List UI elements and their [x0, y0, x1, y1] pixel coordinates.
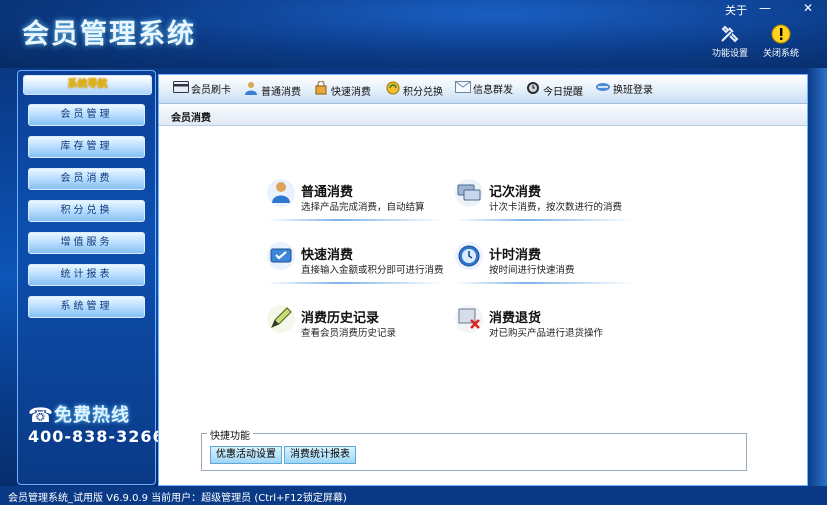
check-card-icon: [267, 242, 295, 270]
window-right-edge: [807, 60, 827, 490]
message-icon: [455, 81, 471, 97]
toolbar-label: 积分兑换: [403, 87, 443, 98]
toolbar-label: 信息群发: [473, 85, 513, 96]
section-title: 会员消费: [171, 113, 211, 124]
hotline-label: 免费热线: [54, 405, 130, 426]
exchange-icon: [385, 81, 401, 99]
settings-label: 功能设置: [711, 49, 748, 59]
toolbar: 会员刷卡 普通消费 快速消费 积分兑换 信息群发 今日提醒 换班登录: [159, 75, 807, 104]
card-desc: 直接输入金额或积分即可进行消费: [301, 265, 444, 276]
timer-icon: [455, 242, 483, 270]
card-title: 消费历史记录: [301, 311, 380, 326]
toolbar-label: 普通消费: [261, 87, 301, 98]
card-timed-consume[interactable]: 计时消费 按时间进行快速消费: [455, 240, 635, 290]
card-count-consume[interactable]: 记次消费 计次卡消费，按次数进行的消费: [455, 177, 635, 227]
clock-icon: [525, 81, 541, 99]
toolbar-mass-message[interactable]: 信息群发: [455, 81, 513, 97]
hotline-number: 400-838-3266: [28, 427, 165, 446]
toolbar-label: 会员刷卡: [191, 85, 231, 96]
section-header: 会员消费: [159, 105, 807, 126]
card-title: 快速消费: [301, 248, 354, 263]
toolbar-points-exchange[interactable]: 积分兑换: [385, 81, 443, 99]
return-icon: [455, 305, 483, 333]
main-panel: 会员刷卡 普通消费 快速消费 积分兑换 信息群发 今日提醒 换班登录 会员消费 …: [158, 74, 808, 486]
quick-functions-group: 优惠活动设置 消费统计报表: [201, 433, 747, 471]
sidebar-header: 系统导航: [23, 75, 152, 95]
card-history[interactable]: 消费历史记录 查看会员消费历史记录: [267, 303, 447, 353]
warning-icon: [770, 24, 792, 44]
status-text: 会员管理系统_试用版 V6.9.0.9 当前用户：超级管理员 (Ctrl+F12…: [8, 493, 347, 504]
toolbar-card-swipe[interactable]: 会员刷卡: [173, 81, 231, 97]
sidebar: 系统导航 会员管理 库存管理 会员消费 积分兑换 增值服务 统计报表 系统管理 …: [17, 70, 164, 485]
card-divider: [455, 282, 633, 284]
card-desc: 选择产品完成消费，自动结算: [301, 202, 425, 213]
card-desc: 查看会员消费历史记录: [301, 328, 397, 339]
toolbar-label: 今日提醒: [543, 87, 583, 98]
minimize-button[interactable]: —: [756, 1, 774, 15]
card-divider: [267, 219, 445, 221]
person-icon: [267, 179, 295, 207]
sidebar-item-member-consumption[interactable]: 会员消费: [28, 168, 145, 190]
card-quick-consume[interactable]: 快速消费 直接输入金额或积分即可进行消费: [267, 240, 447, 290]
close-window-button[interactable]: ✕: [799, 1, 817, 15]
card-title: 消费退货: [489, 311, 542, 326]
card-return[interactable]: 消费退货 对已购买产品进行退货操作: [455, 303, 635, 353]
person-icon: [243, 81, 259, 99]
promo-settings-button[interactable]: 优惠活动设置: [210, 446, 282, 464]
card-desc: 按时间进行快速消费: [489, 265, 575, 276]
sidebar-item-member-management[interactable]: 会员管理: [28, 104, 145, 126]
card-icon: [173, 81, 189, 97]
card-divider: [455, 219, 633, 221]
about-link[interactable]: 关于: [725, 2, 747, 18]
toolbar-normal-consume[interactable]: 普通消费: [243, 81, 301, 99]
card-normal-consume[interactable]: 普通消费 选择产品完成消费，自动结算: [267, 177, 447, 227]
settings-button[interactable]: 功能设置: [706, 24, 754, 59]
exit-system-button[interactable]: 关闭系统: [757, 24, 805, 59]
pen-icon: [267, 305, 295, 333]
sidebar-item-value-added[interactable]: 增值服务: [28, 232, 145, 254]
toolbar-label: 快速消费: [331, 87, 371, 98]
card-divider: [267, 282, 445, 284]
sidebar-item-reports[interactable]: 统计报表: [28, 264, 145, 286]
tools-icon: [719, 24, 741, 44]
toolbar-shift-login[interactable]: 换班登录: [595, 81, 653, 97]
consumption-report-button[interactable]: 消费统计报表: [284, 446, 356, 464]
app-header: 会员管理系统 关于 — ✕ 功能设置 关闭系统: [0, 0, 827, 68]
toolbar-today-reminder[interactable]: 今日提醒: [525, 81, 583, 99]
status-bar: 会员管理系统_试用版 V6.9.0.9 当前用户：超级管理员 (Ctrl+F12…: [0, 486, 827, 505]
login-icon: [595, 81, 611, 97]
exit-label: 关闭系统: [762, 49, 799, 59]
sidebar-item-points-exchange[interactable]: 积分兑换: [28, 200, 145, 222]
bag-icon: [313, 80, 329, 99]
card-title: 记次消费: [489, 185, 542, 200]
cards-icon: [455, 179, 483, 207]
quick-functions-legend: 快捷功能: [207, 427, 253, 442]
card-desc: 计次卡消费，按次数进行的消费: [489, 202, 623, 213]
sidebar-item-system[interactable]: 系统管理: [28, 296, 145, 318]
card-title: 计时消费: [489, 248, 542, 263]
toolbar-quick-consume[interactable]: 快速消费: [313, 80, 371, 99]
phone-icon: ☎: [28, 403, 53, 427]
app-title: 会员管理系统: [22, 19, 196, 50]
sidebar-item-inventory[interactable]: 库存管理: [28, 136, 145, 158]
toolbar-label: 换班登录: [613, 85, 653, 96]
card-title: 普通消费: [301, 185, 354, 200]
card-desc: 对已购买产品进行退货操作: [489, 328, 604, 339]
